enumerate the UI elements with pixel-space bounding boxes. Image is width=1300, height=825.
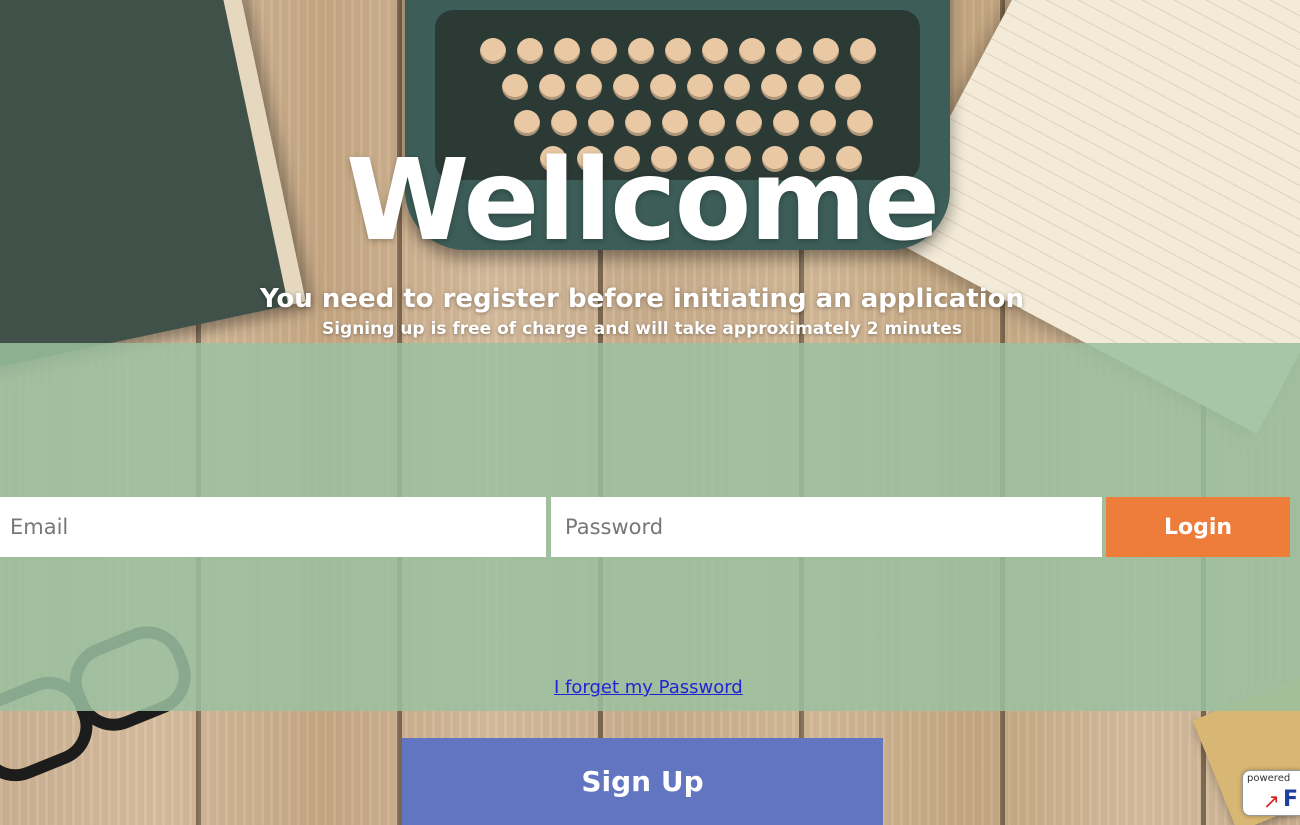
badge-letter: F xyxy=(1283,787,1299,812)
page-title: Wellcome xyxy=(345,136,940,266)
powered-by-text: powered xyxy=(1247,773,1291,784)
email-input[interactable] xyxy=(0,497,546,557)
password-input[interactable] xyxy=(551,497,1102,557)
arrow-icon: ↗ xyxy=(1263,789,1280,813)
login-button[interactable]: Login xyxy=(1106,497,1290,557)
forgot-password-link[interactable]: I forget my Password xyxy=(554,677,743,698)
powered-by-badge[interactable]: powered ↗ F xyxy=(1242,770,1300,816)
signup-button[interactable]: Sign Up xyxy=(402,738,883,825)
signup-note: Signing up is free of charge and will ta… xyxy=(321,319,963,339)
page-subtitle: You need to register before initiating a… xyxy=(259,284,1025,314)
